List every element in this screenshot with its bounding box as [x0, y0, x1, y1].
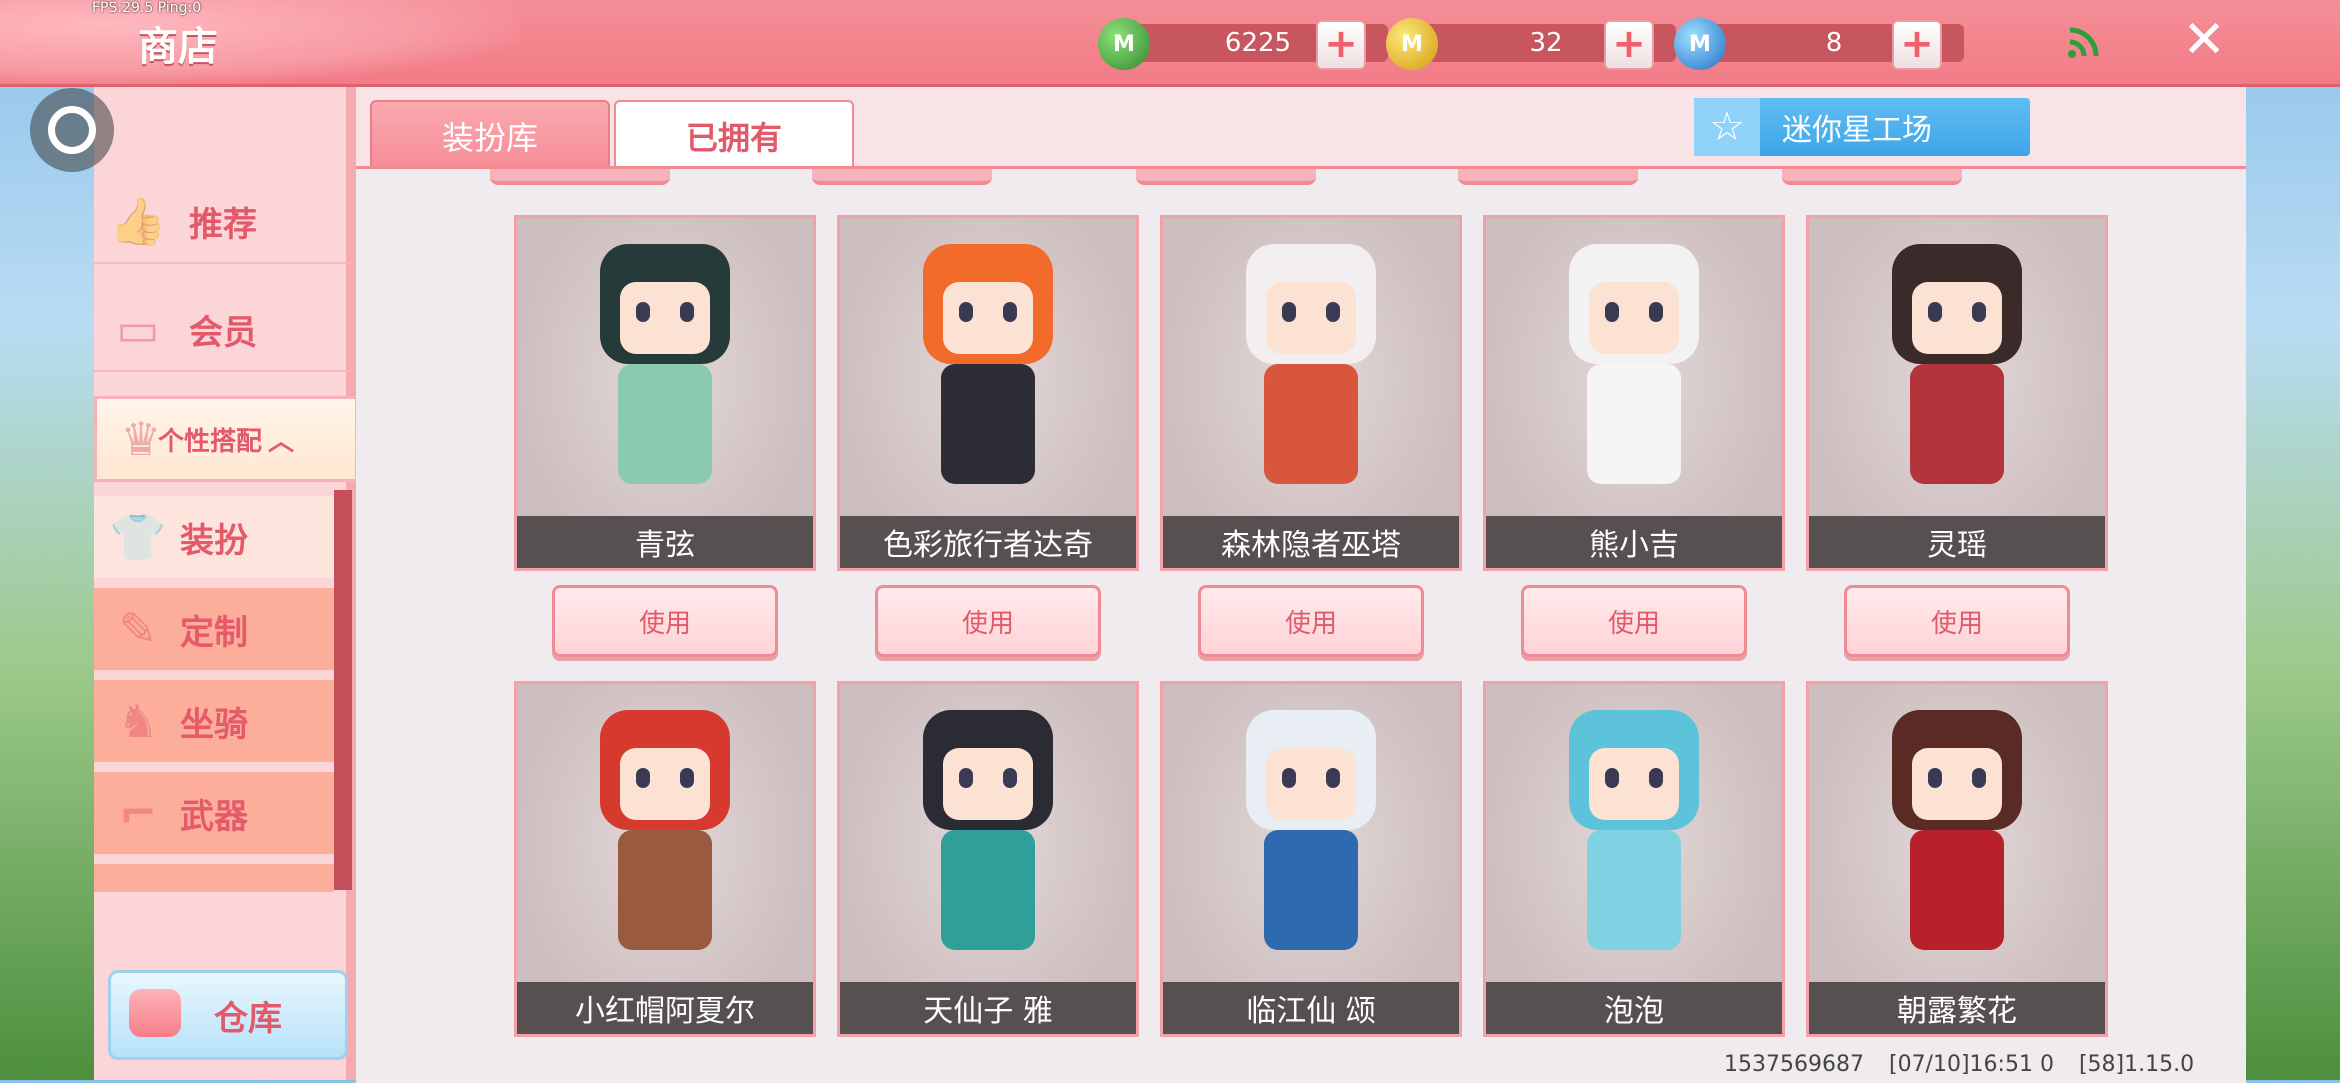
character-avatar: [1559, 244, 1709, 514]
sidebar-item-label: 定制: [180, 612, 248, 653]
sidebar-item-label: 推荐: [189, 204, 257, 245]
sidebar-item-style[interactable]: ♛ 个性搭配 ︿: [94, 396, 358, 482]
title-decoration: [0, 0, 520, 84]
floating-menu-button[interactable]: [30, 88, 114, 172]
submenu-rail: [334, 490, 352, 890]
outfit-card[interactable]: 天仙子 雅: [837, 681, 1139, 1037]
character-avatar: [590, 244, 740, 514]
sidebar-item-label: 武器: [180, 796, 248, 837]
warehouse-button[interactable]: 仓库: [108, 970, 348, 1060]
outfit-icon: 👕: [109, 510, 167, 564]
use-button[interactable]: 使用: [552, 585, 778, 657]
outfit-name: 泡泡: [1486, 982, 1782, 1034]
outfit-card[interactable]: 森林隐者巫塔: [1160, 215, 1462, 571]
outfit-card[interactable]: 小红帽阿夏尔: [514, 681, 816, 1037]
main-panel: 装扮库 已拥有 ☆ 迷你星工场 青弦使用 色彩旅行者达奇使用 森林隐者巫塔使用 熊小吉…: [356, 84, 2246, 1083]
mini-point-icon: M: [1674, 18, 1726, 70]
character-avatar: [1236, 710, 1386, 980]
mini-bean-coin-icon: M: [1098, 18, 1150, 70]
character-avatar: [913, 710, 1063, 980]
outfit-card[interactable]: 灵瑶: [1806, 215, 2108, 571]
gun-icon: ⌐: [118, 786, 158, 840]
sidebar-item-custom[interactable]: ✎ 定制: [94, 588, 334, 670]
sidebar-item-label: 装扮: [180, 520, 248, 561]
character-avatar: [590, 710, 740, 980]
use-button[interactable]: 使用: [1521, 585, 1747, 657]
thumbs-up-icon: 👍: [109, 194, 167, 248]
version: [58]1.15.0: [2078, 1052, 2195, 1077]
outfit-card[interactable]: 朝露繁花: [1806, 681, 2108, 1037]
outfit-card[interactable]: 泡泡: [1483, 681, 1785, 1037]
character-avatar: [913, 244, 1063, 514]
add-currency-button[interactable]: +: [1604, 20, 1654, 70]
add-currency-button[interactable]: +: [1316, 20, 1366, 70]
card-peek: [490, 169, 670, 185]
warehouse-icon: [129, 989, 181, 1037]
signal-icon: [2068, 27, 2099, 58]
mini-workshop-button[interactable]: ☆ 迷你星工场: [1694, 98, 2030, 156]
mount-icon: ♞: [117, 694, 159, 748]
sidebar-item-more[interactable]: [94, 864, 334, 892]
outfit-name: 天仙子 雅: [840, 982, 1136, 1034]
outfit-card[interactable]: 熊小吉: [1483, 215, 1785, 571]
outfit-card[interactable]: 临江仙 颂: [1160, 681, 1462, 1037]
sidebar-item-label: 坐骑: [180, 704, 248, 745]
star-icon: ☆: [1694, 98, 1760, 156]
use-button[interactable]: 使用: [1844, 585, 2070, 657]
page-title: 商店: [138, 24, 218, 70]
outfit-name: 临江仙 颂: [1163, 982, 1459, 1034]
character-avatar: [1882, 710, 2032, 980]
brush-icon: ✎: [118, 602, 158, 656]
style-icon: ♛: [120, 412, 162, 466]
add-currency-button[interactable]: +: [1892, 20, 1942, 70]
sidebar-item-recommend[interactable]: 👍 推荐: [94, 180, 352, 264]
sidebar-item-label: 会员: [189, 312, 257, 353]
card-peek: [1782, 169, 1962, 185]
footer-info: 1537569687 [07/10]16:51 0 [58]1.15.0: [1724, 1052, 2212, 1077]
chevron-up-icon: ︿: [268, 426, 295, 457]
outfit-card[interactable]: 青弦: [514, 215, 816, 571]
outfit-name: 朝露繁花: [1809, 982, 2105, 1034]
outfit-grid: 青弦使用 色彩旅行者达奇使用 森林隐者巫塔使用 熊小吉使用 灵瑶使用小红帽阿夏尔 天仙子 …: [356, 166, 2246, 1083]
card-peek: [1136, 169, 1316, 185]
fps-readout: FPS:29.5 Ping:0: [92, 0, 202, 16]
character-avatar: [1559, 710, 1709, 980]
sidebar-item-mount[interactable]: ♞ 坐骑: [94, 680, 334, 762]
sidebar-item-outfit[interactable]: 👕 装扮: [94, 496, 334, 578]
sidebar-item-weapon[interactable]: ⌐ 武器: [94, 772, 334, 854]
character-avatar: [1236, 244, 1386, 514]
card-peek: [1458, 169, 1638, 185]
character-avatar: [1882, 244, 2032, 514]
sidebar-item-member[interactable]: ▭ 会员: [94, 288, 352, 372]
outfit-name: 青弦: [517, 516, 813, 568]
mini-workshop-label: 迷你星工场: [1782, 113, 1932, 148]
member-card-icon: ▭: [116, 302, 160, 356]
use-button[interactable]: 使用: [1198, 585, 1424, 657]
card-peek: [812, 169, 992, 185]
outfit-name: 熊小吉: [1486, 516, 1782, 568]
outfit-name: 灵瑶: [1809, 516, 2105, 568]
outfit-name: 小红帽阿夏尔: [517, 982, 813, 1034]
close-icon[interactable]: ✕: [2180, 14, 2228, 66]
user-id: 1537569687: [1724, 1052, 1864, 1077]
outfit-name: 色彩旅行者达奇: [840, 516, 1136, 568]
tab-owned[interactable]: 已拥有: [614, 100, 854, 170]
mini-coin-icon: M: [1386, 18, 1438, 70]
warehouse-label: 仓库: [214, 998, 282, 1039]
timestamp: [07/10]16:51 0: [1888, 1052, 2054, 1077]
use-button[interactable]: 使用: [875, 585, 1101, 657]
outfit-card[interactable]: 色彩旅行者达奇: [837, 215, 1139, 571]
tab-outfit-library[interactable]: 装扮库: [370, 100, 610, 172]
top-bar: 商店 M 6225 + M 32 + M 8 + ✕: [0, 0, 2340, 87]
outfit-name: 森林隐者巫塔: [1163, 516, 1459, 568]
